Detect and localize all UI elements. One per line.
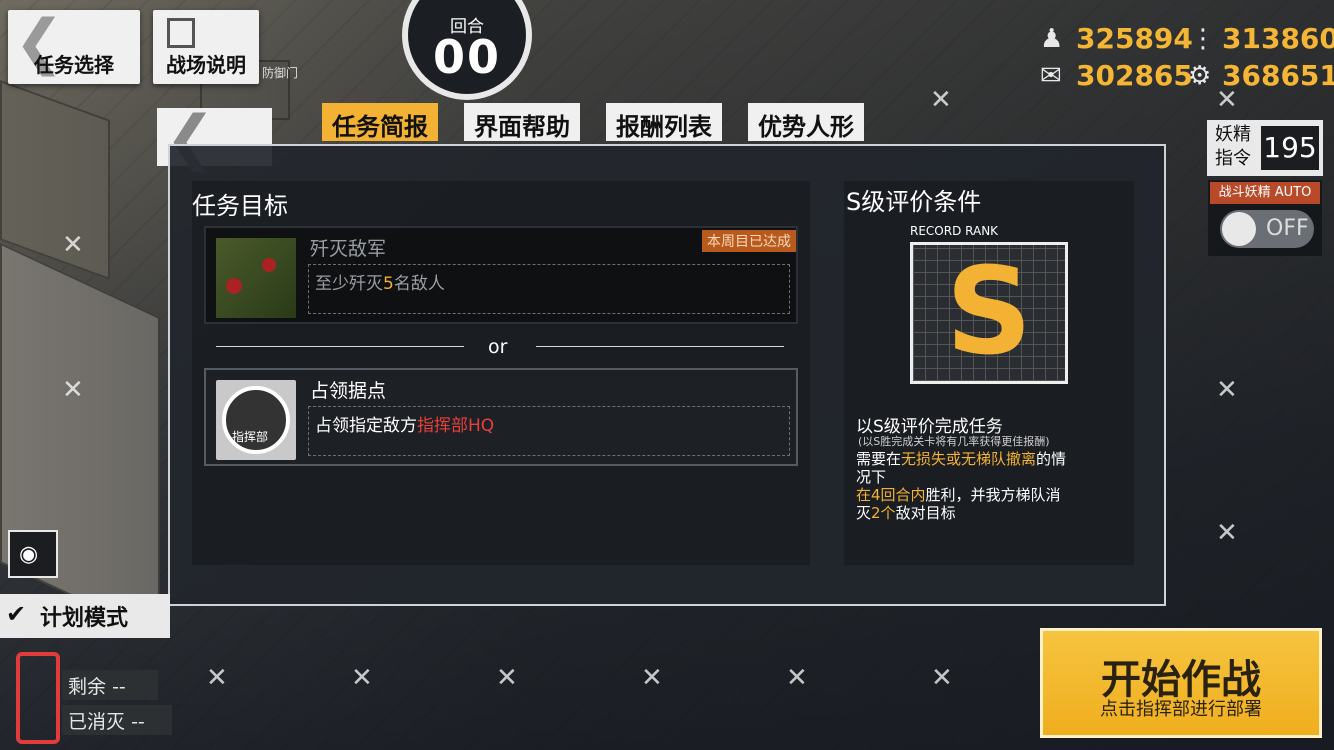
map-node-marker[interactable]: ✕ bbox=[62, 375, 84, 405]
map-node-marker[interactable]: ✕ bbox=[206, 663, 228, 693]
objective-primary: 歼灭敌军 本周目已达成 至少歼灭5名敌人 bbox=[204, 226, 798, 324]
divider-line bbox=[216, 346, 464, 347]
destroyed-enemies: 已消灭 -- bbox=[62, 705, 172, 735]
manpower-value: 325894 bbox=[1076, 22, 1193, 55]
toggle-state: OFF bbox=[1266, 216, 1309, 241]
enemy-marker-icon bbox=[226, 278, 242, 294]
task-select-button[interactable]: ❮ 任务选择 bbox=[8, 10, 140, 84]
check-icon: ✔ bbox=[6, 600, 27, 628]
toggle-knob bbox=[1222, 212, 1256, 246]
objective-desc-box: 至少歼灭5名敌人 bbox=[308, 264, 790, 314]
objective-secondary: 指挥部 占领据点 占领指定敌方指挥部HQ bbox=[204, 368, 798, 466]
fairy-label: 指令 bbox=[1215, 148, 1251, 169]
start-battle-button[interactable]: 开始作战 点击指挥部进行部署 bbox=[1040, 628, 1322, 738]
fairy-auto-label: 战斗妖精 AUTO bbox=[1210, 182, 1320, 204]
rations-value: 302865 bbox=[1076, 59, 1193, 92]
map-node-marker[interactable]: ✕ bbox=[1216, 375, 1238, 405]
map-node-marker[interactable]: ✕ bbox=[62, 230, 84, 260]
sangvis-logo-icon bbox=[16, 652, 60, 744]
map-node-marker[interactable]: ✕ bbox=[930, 85, 952, 115]
map-node-marker[interactable]: ✕ bbox=[496, 663, 518, 693]
tab-mission-briefing[interactable]: 任务简报 bbox=[322, 103, 438, 141]
rank-conditions: 需要在无损失或无梯队撤离的情 况下 在4回合内胜利，并我方梯队消 灭2个敌对目标 bbox=[856, 450, 1067, 522]
map-node-marker[interactable]: ✕ bbox=[931, 663, 953, 693]
rank-badge: S bbox=[910, 242, 1068, 384]
map-node-marker[interactable]: ✕ bbox=[786, 663, 808, 693]
objective-desc: 至少歼灭5名敌人 bbox=[315, 274, 445, 294]
rank-letter: S bbox=[945, 243, 1033, 382]
objective-thumbnail bbox=[216, 238, 296, 318]
plan-mode-label: 计划模式 bbox=[40, 605, 129, 631]
remaining-enemies: 剩余 -- bbox=[62, 670, 158, 700]
tab-advantage-dolls[interactable]: 优势人形 bbox=[748, 103, 864, 141]
map-node-marker[interactable]: ✕ bbox=[1216, 518, 1238, 548]
plan-mode-button[interactable]: ✔ 计划模式 bbox=[0, 594, 170, 638]
map-node-marker[interactable]: ✕ bbox=[641, 663, 663, 693]
or-separator: or bbox=[488, 336, 508, 358]
briefing-panel: 任务目标 歼灭敌军 本周目已达成 至少歼灭5名敌人 or 指挥部 占领据点 占领… bbox=[168, 144, 1166, 606]
rations-icon: ✉ bbox=[1040, 61, 1062, 91]
fairy-command-panel: 妖精 指令 195 bbox=[1207, 120, 1323, 176]
fairy-auto-toggle[interactable]: OFF bbox=[1220, 210, 1314, 248]
completed-badge: 本周目已达成 bbox=[702, 230, 796, 252]
objective-name: 歼灭敌军 bbox=[310, 238, 387, 260]
objectives-title: 任务目标 bbox=[192, 192, 288, 220]
battle-info-button[interactable]: 战场说明 bbox=[153, 10, 259, 84]
manpower-icon: ♟ bbox=[1040, 24, 1064, 54]
ammo-value: 313860 bbox=[1222, 22, 1334, 55]
parts-gear-icon: ⚙ bbox=[1188, 61, 1212, 91]
view-toggle-button[interactable]: ◉ bbox=[8, 530, 58, 578]
map-gate-label: 防御门 bbox=[262, 66, 299, 80]
record-rank-label: RECORD RANK bbox=[910, 224, 999, 238]
tab-reward-list[interactable]: 报酬列表 bbox=[606, 103, 722, 141]
fairy-command-value: 195 bbox=[1261, 126, 1319, 170]
turn-value: 00 bbox=[432, 30, 501, 84]
building-icon bbox=[167, 18, 195, 48]
start-battle-sub: 点击指挥部进行部署 bbox=[1100, 699, 1262, 720]
task-select-label: 任务选择 bbox=[34, 53, 114, 77]
rank-title: S级评价条件 bbox=[846, 188, 982, 216]
objective-desc-box: 占领指定敌方指挥部HQ bbox=[308, 406, 790, 456]
fairy-label: 妖精 bbox=[1215, 124, 1251, 145]
objective-thumbnail: 指挥部 bbox=[216, 380, 296, 460]
ammo-icon: ⋮ bbox=[1190, 24, 1216, 54]
enemy-marker-icon bbox=[262, 258, 276, 272]
divider-line bbox=[536, 346, 784, 347]
rank-note: (以S胜完成关卡将有几率获得更佳报酬) bbox=[858, 435, 1050, 448]
tab-interface-help[interactable]: 界面帮助 bbox=[464, 103, 580, 141]
objective-name: 占领据点 bbox=[310, 380, 387, 402]
objective-desc: 占领指定敌方指挥部HQ bbox=[315, 416, 495, 436]
parts-value: 368651 bbox=[1222, 59, 1334, 92]
map-node-marker[interactable]: ✕ bbox=[351, 663, 373, 693]
eye-icon: ◉ bbox=[19, 542, 39, 567]
battle-info-label: 战场说明 bbox=[166, 53, 246, 77]
hq-emblem-label: 指挥部 bbox=[232, 430, 269, 444]
fairy-auto-panel: 战斗妖精 AUTO OFF bbox=[1208, 180, 1322, 256]
